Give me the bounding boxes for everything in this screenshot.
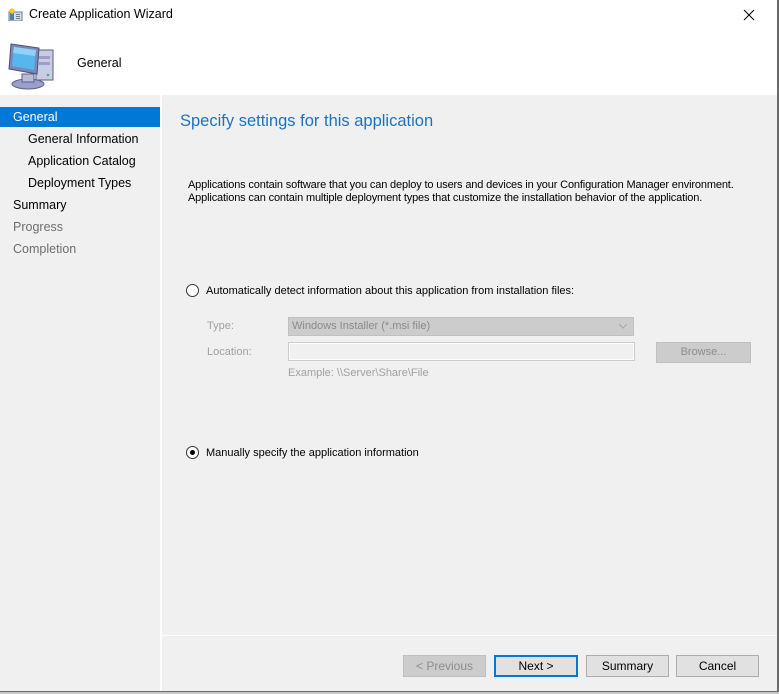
- nav-item-summary[interactable]: Summary: [0, 195, 160, 215]
- manual-label: Manually specify the application informa…: [206, 446, 419, 459]
- chevron-down-icon: [618, 323, 628, 329]
- description-line-2: Applications can contain multiple deploy…: [188, 192, 703, 204]
- description: Applications contain software that you c…: [188, 179, 734, 205]
- browse-button: Browse...: [656, 342, 751, 363]
- close-button[interactable]: [729, 0, 769, 30]
- cancel-button[interactable]: Cancel: [676, 655, 759, 677]
- auto-detect-option[interactable]: Automatically detect information about t…: [186, 284, 574, 297]
- location-example: Example: \\Server\Share\File: [288, 367, 429, 379]
- manual-radio[interactable]: [186, 446, 199, 459]
- nav-item-general[interactable]: General: [0, 107, 160, 127]
- location-input: [288, 342, 635, 361]
- previous-button: < Previous: [403, 655, 486, 677]
- location-label: Location:: [207, 346, 252, 358]
- nav-item-progress: Progress: [13, 220, 64, 234]
- nav-item-deployment-types[interactable]: Deployment Types: [0, 173, 160, 193]
- page-title: Specify settings for this application: [180, 112, 434, 130]
- type-label: Type:: [207, 320, 234, 332]
- nav-item-completion: Completion: [13, 242, 77, 256]
- wizard-nav: General General Information Application …: [0, 95, 160, 691]
- auto-detect-radio[interactable]: [186, 284, 199, 297]
- type-select-value: Windows Installer (*.msi file): [292, 320, 431, 332]
- manual-option[interactable]: Manually specify the application informa…: [186, 446, 419, 459]
- nav-item-application-catalog[interactable]: Application Catalog: [0, 151, 160, 171]
- footer-divider: [162, 635, 777, 636]
- close-icon: [743, 9, 755, 21]
- nav-item-general-information[interactable]: General Information: [0, 129, 160, 149]
- next-button[interactable]: Next >: [494, 655, 578, 677]
- title-bar: Create Application Wizard: [0, 0, 777, 30]
- type-select: Windows Installer (*.msi file): [288, 317, 634, 336]
- summary-button[interactable]: Summary: [586, 655, 669, 677]
- window-title: Create Application Wizard: [29, 7, 173, 21]
- auto-detect-label: Automatically detect information about t…: [206, 284, 575, 297]
- computer-icon: [8, 43, 54, 90]
- description-line-1: Applications contain software that you c…: [188, 179, 734, 191]
- content-panel: Specify settings for this application Ap…: [162, 95, 777, 691]
- wizard-icon: [8, 8, 23, 21]
- header-title: General: [77, 56, 122, 70]
- wizard-header: General: [0, 30, 777, 95]
